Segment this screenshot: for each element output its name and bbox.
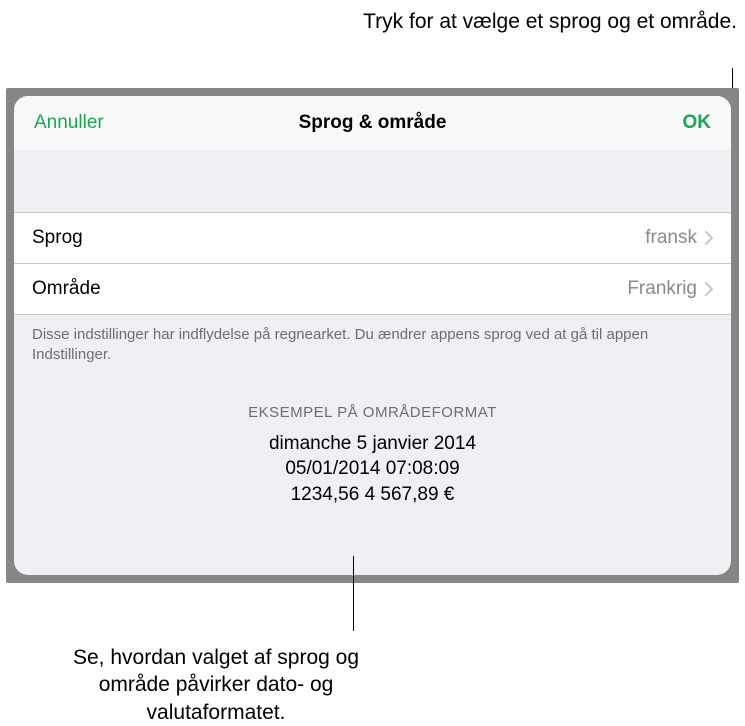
example-short-date-time: 05/01/2014 07:08:09 bbox=[14, 456, 731, 482]
example-long-date: dimanche 5 janvier 2014 bbox=[14, 431, 731, 457]
region-label: Område bbox=[32, 278, 101, 300]
footer-note: Disse indstillinger har indflydelse på r… bbox=[14, 315, 731, 376]
modal-title: Sprog & område bbox=[299, 112, 447, 134]
language-region-modal: Annuller Sprog & område OK Sprog fransk … bbox=[14, 96, 731, 575]
region-value: Frankrig bbox=[627, 278, 697, 300]
device-frame: Annuller Sprog & område OK Sprog fransk … bbox=[6, 88, 739, 583]
example-header: EKSEMPEL PÅ OMRÅDEFORMAT bbox=[14, 404, 731, 421]
example-number-currency: 1234,56 4 567,89 € bbox=[14, 482, 731, 508]
language-value: fransk bbox=[645, 227, 697, 249]
language-row[interactable]: Sprog fransk bbox=[14, 213, 731, 263]
nav-bar: Annuller Sprog & område OK bbox=[14, 96, 731, 150]
cancel-button[interactable]: Annuller bbox=[34, 112, 104, 134]
settings-list: Sprog fransk Område Frankrig bbox=[14, 212, 731, 315]
spacer bbox=[14, 150, 731, 212]
chevron-right-icon bbox=[705, 231, 713, 245]
region-format-example: EKSEMPEL PÅ OMRÅDEFORMAT dimanche 5 janv… bbox=[14, 376, 731, 508]
ok-button[interactable]: OK bbox=[683, 112, 712, 134]
chevron-right-icon bbox=[705, 282, 713, 296]
language-label: Sprog bbox=[32, 227, 83, 249]
callout-bottom: Se, hvordan valget af sprog og område på… bbox=[46, 644, 386, 726]
region-row[interactable]: Område Frankrig bbox=[14, 263, 731, 314]
callout-top: Tryk for at vælge et sprog og et område. bbox=[363, 8, 737, 35]
callout-line-bottom bbox=[353, 556, 354, 631]
